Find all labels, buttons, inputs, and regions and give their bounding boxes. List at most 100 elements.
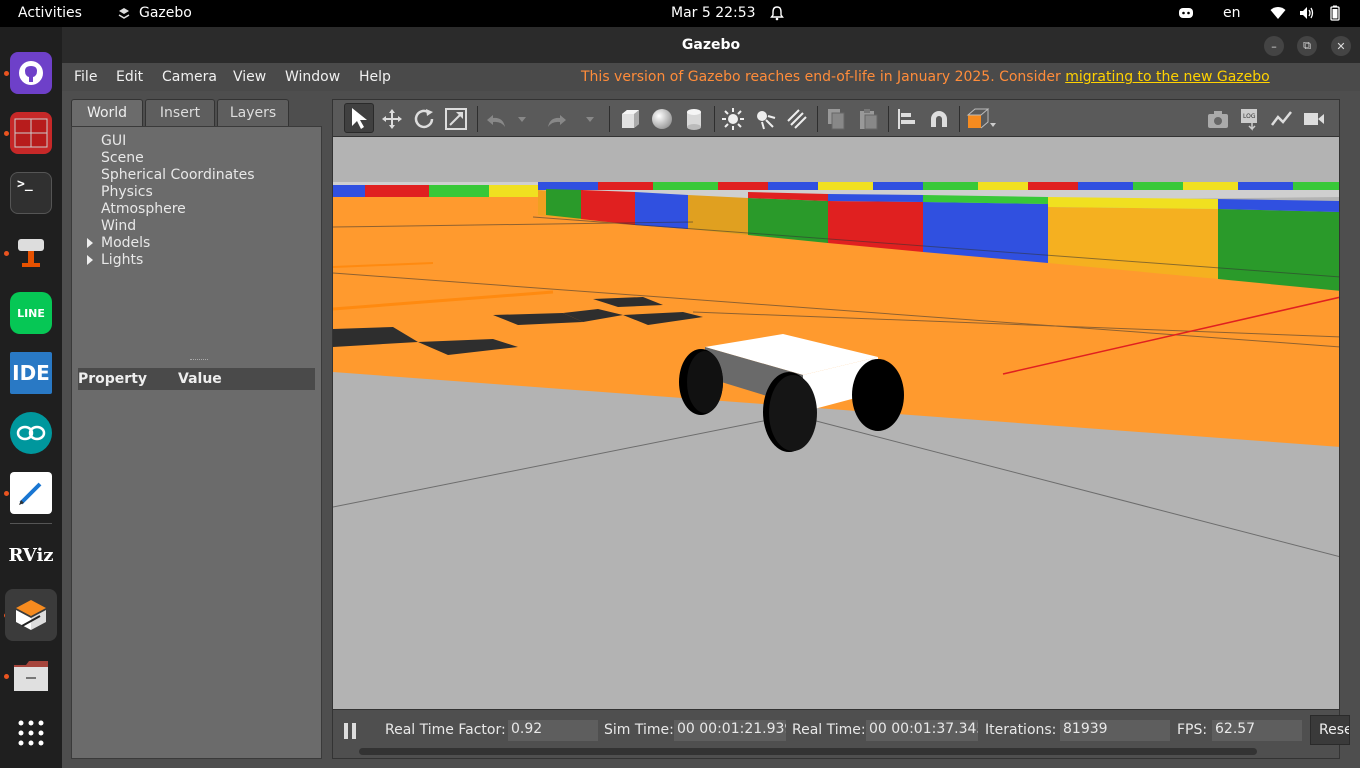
dock-line[interactable]: LINE: [10, 292, 52, 334]
running-indicator: [4, 71, 9, 76]
minimize-button[interactable]: –: [1264, 36, 1284, 56]
dock-text-editor[interactable]: [10, 472, 52, 514]
network-icon: [18, 239, 44, 267]
3d-viewport[interactable]: [332, 137, 1340, 709]
dock: >_ LINE IDE RViz: [0, 27, 62, 768]
cursor-arrow-icon: [352, 108, 367, 129]
real-time-value: 00 00:01:37.345: [866, 720, 978, 741]
title-bar[interactable]: Gazebo – ⧉ ✕: [62, 27, 1360, 63]
plot-icon[interactable]: [1270, 107, 1294, 131]
dock-rviz[interactable]: RViz: [8, 534, 53, 576]
view-angle-icon[interactable]: [966, 107, 998, 131]
tree-item-scene[interactable]: Scene: [101, 150, 144, 166]
maximize-button[interactable]: ⧉: [1297, 36, 1317, 56]
tab-insert[interactable]: Insert: [145, 99, 215, 127]
splitter-handle[interactable]: [190, 359, 208, 362]
tree-item-spherical-coordinates[interactable]: Spherical Coordinates: [101, 167, 255, 183]
menu-view[interactable]: View: [233, 69, 266, 85]
paste-icon[interactable]: [856, 107, 880, 131]
tab-world[interactable]: World: [71, 99, 143, 127]
pause-icon: [352, 723, 356, 739]
running-indicator: [4, 674, 9, 679]
dock-ide[interactable]: IDE: [10, 352, 52, 394]
dock-network[interactable]: [10, 232, 52, 274]
cylinder-shape-icon[interactable]: [682, 107, 706, 131]
expand-arrow-icon[interactable]: [87, 255, 93, 265]
activities-button[interactable]: Activities: [18, 5, 82, 21]
dock-terminator[interactable]: [10, 112, 52, 154]
github-icon: [19, 61, 43, 85]
app-grid-icon: [18, 720, 44, 746]
gazebo-window: Gazebo – ⧉ ✕ File Edit Camera View Windo…: [62, 27, 1360, 768]
value-column-header: Value: [178, 371, 222, 387]
files-icon: [14, 661, 48, 691]
pause-button[interactable]: [344, 723, 358, 739]
simulation-status-bar: Real Time Factor: 0.92 Sim Time: 00 00:0…: [332, 709, 1350, 759]
reset-time-button[interactable]: Reset: [1310, 715, 1350, 745]
scene-toolbar: LOG: [332, 99, 1340, 137]
spot-light-icon[interactable]: [753, 107, 777, 131]
scene-render[interactable]: [333, 137, 1340, 709]
box-shape-icon[interactable]: [618, 107, 642, 131]
align-icon[interactable]: [895, 107, 919, 131]
copy-icon[interactable]: [824, 107, 848, 131]
horizontal-scrollbar[interactable]: [359, 748, 1257, 755]
tree-item-lights[interactable]: Lights: [101, 252, 143, 268]
sphere-shape-icon[interactable]: [650, 107, 674, 131]
menu-file[interactable]: File: [74, 69, 97, 85]
dock-gazebo[interactable]: [5, 589, 57, 641]
line-icon: LINE: [17, 306, 45, 320]
discord-icon[interactable]: [1178, 5, 1194, 21]
toolbar-separator: [477, 106, 478, 132]
eol-notice-text: This version of Gazebo reaches end-of-li…: [581, 69, 1066, 85]
dock-show-applications[interactable]: [10, 712, 52, 754]
dock-files[interactable]: [10, 655, 52, 697]
left-panel: World Insert Layers GUI Scene Spherical …: [71, 99, 322, 759]
app-menu-label[interactable]: Gazebo: [139, 5, 192, 21]
toolbar-separator: [609, 106, 610, 132]
rotate-icon[interactable]: [412, 107, 436, 131]
migration-link[interactable]: migrating to the new Gazebo: [1065, 69, 1270, 85]
redo-dropdown-icon[interactable]: [585, 107, 595, 131]
undo-dropdown-icon[interactable]: [517, 107, 527, 131]
tree-item-wind[interactable]: Wind: [101, 218, 136, 234]
dock-arduino[interactable]: [10, 412, 52, 454]
toolbar-separator: [959, 106, 960, 132]
tree-item-gui[interactable]: GUI: [101, 133, 126, 149]
battery-icon[interactable]: [1327, 5, 1343, 21]
translate-icon[interactable]: [380, 107, 404, 131]
iterations-label: Iterations:: [985, 722, 1057, 738]
tab-layers[interactable]: Layers: [217, 99, 289, 127]
clock[interactable]: Mar 5 22:53: [671, 5, 756, 21]
directional-light-icon[interactable]: [785, 107, 809, 131]
point-light-icon[interactable]: [721, 107, 745, 131]
tree-item-physics[interactable]: Physics: [101, 184, 153, 200]
menu-window[interactable]: Window: [285, 69, 340, 85]
scale-icon[interactable]: [444, 107, 468, 131]
redo-icon[interactable]: [545, 107, 569, 131]
sim-time-value: 00 00:01:21.939: [674, 720, 786, 741]
dock-github[interactable]: [10, 52, 52, 94]
expand-arrow-icon[interactable]: [87, 238, 93, 248]
select-mode-button[interactable]: [344, 103, 374, 133]
restore-icon: ⧉: [1303, 39, 1311, 52]
log-icon[interactable]: LOG: [1238, 107, 1262, 131]
undo-icon[interactable]: [484, 107, 508, 131]
dock-terminal[interactable]: >_: [10, 172, 52, 214]
menu-camera[interactable]: Camera: [162, 69, 217, 85]
menu-edit[interactable]: Edit: [116, 69, 143, 85]
screenshot-camera-icon[interactable]: [1206, 107, 1230, 131]
keyboard-layout-indicator[interactable]: en: [1223, 5, 1241, 21]
tree-item-atmosphere[interactable]: Atmosphere: [101, 201, 186, 217]
wifi-icon[interactable]: [1270, 5, 1286, 21]
tree-item-models[interactable]: Models: [101, 235, 150, 251]
record-video-icon[interactable]: [1302, 107, 1326, 131]
fps-label: FPS:: [1177, 722, 1208, 738]
notification-bell-icon[interactable]: [769, 5, 785, 21]
volume-icon[interactable]: [1299, 5, 1315, 21]
menu-help[interactable]: Help: [359, 69, 391, 85]
close-button[interactable]: ✕: [1331, 36, 1351, 56]
toolbar-separator: [714, 106, 715, 132]
snap-magnet-icon[interactable]: [927, 107, 951, 131]
menu-bar: File Edit Camera View Window Help This v…: [62, 63, 1360, 91]
